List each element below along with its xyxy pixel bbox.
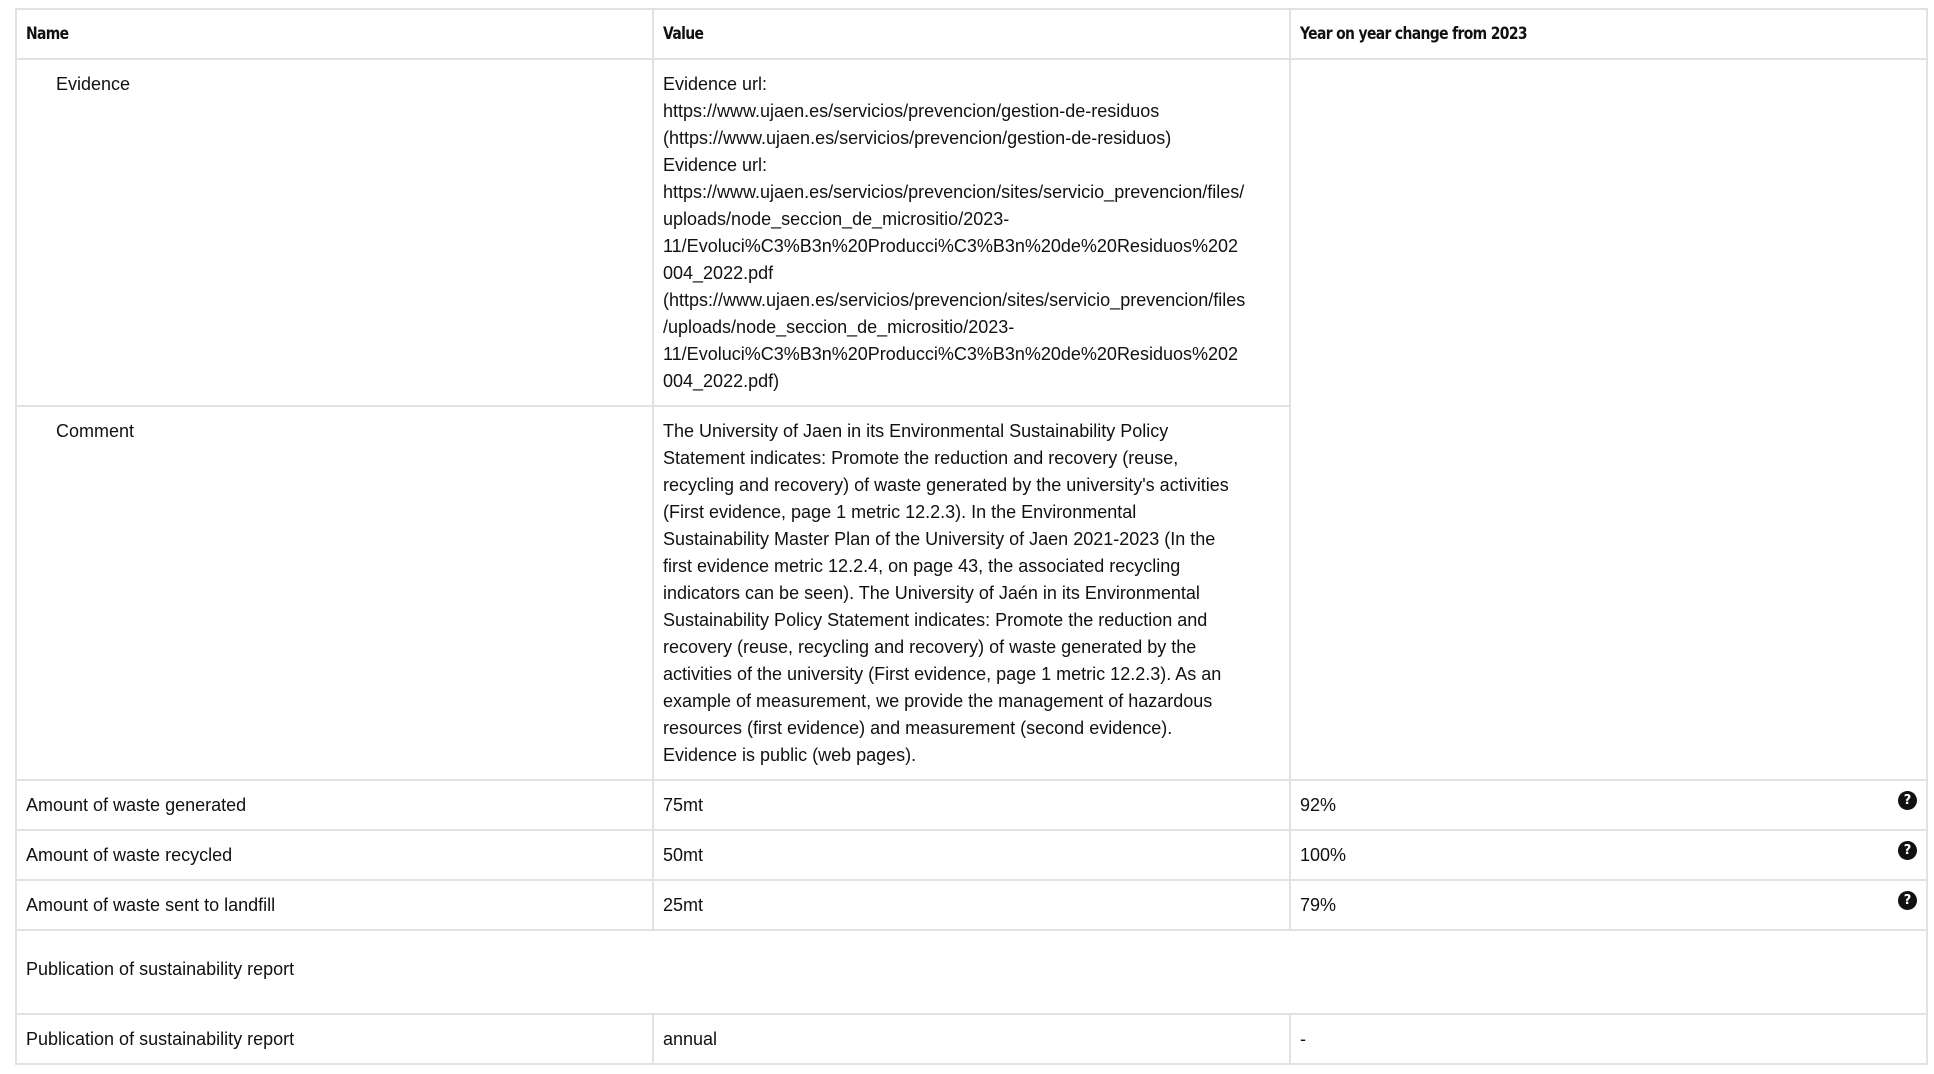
row-yoy: 92% ? [1289,779,1928,831]
evidence-link[interactable]: 004_2022.pdf) [663,368,1280,395]
help-icon[interactable]: ? [1898,891,1917,910]
comment-line: Evidence is public (web pages). [663,745,917,765]
row-yoy: - [1289,1013,1928,1065]
comment-line: Sustainability Master Plan of the Univer… [663,529,1216,549]
table-row-waste-recycled: Amount of waste recycled 50mt 100% ? [15,829,1928,881]
evidence-link[interactable]: 004_2022.pdf [663,260,1280,287]
help-icon[interactable]: ? [1898,841,1917,860]
evidence-link[interactable]: uploads/node_seccion_de_micrositio/2023- [663,206,1280,233]
evidence-link[interactable]: https://www.ujaen.es/servicios/prevencio… [663,98,1280,125]
evidence-link[interactable]: (https://www.ujaen.es/servicios/prevenci… [663,125,1280,152]
comment-line: recycling and recovery) of waste generat… [663,475,1229,495]
evidence-line: Evidence url: [663,155,768,175]
table-row-waste-landfill: Amount of waste sent to landfill 25mt 79… [15,879,1928,931]
evidence-line: Evidence url: [663,74,768,94]
yoy-value: 100% [1300,845,1347,865]
yoy-value: 79% [1300,895,1337,915]
comment-line: indicators can be seen). The University … [663,583,1200,603]
report-container: Name Value Year on year change from 2023… [15,8,1928,1065]
comment-value: The University of Jaen in its Environmen… [652,405,1291,781]
evidence-link[interactable]: (https://www.ujaen.es/servicios/prevenci… [663,287,1280,314]
evidence-value: Evidence url: https://www.ujaen.es/servi… [652,58,1291,407]
row-value: 50mt [652,829,1291,881]
comment-line: (First evidence, page 1 metric 12.2.3). … [663,502,1137,522]
row-value: 75mt [652,779,1291,831]
section-heading-row: Publication of sustainability report [15,929,1928,1015]
row-yoy: 100% ? [1289,829,1928,881]
row-value: 25mt [652,879,1291,931]
comment-line: example of measurement, we provide the m… [663,691,1213,711]
comment-line: activities of the university (First evid… [663,664,1222,684]
header-yoy: Year on year change from 2023 [1289,8,1928,60]
evidence-link[interactable]: /uploads/node_seccion_de_micrositio/2023… [663,314,1280,341]
comment-line: The University of Jaen in its Environmen… [663,421,1169,441]
evidence-link[interactable]: https://www.ujaen.es/servicios/prevencio… [663,179,1280,206]
header-value: Value [652,8,1291,60]
section-title: Publication of sustainability report [15,929,1928,1015]
comment-line: resources (first evidence) and measureme… [663,718,1173,738]
yoy-value: 92% [1300,795,1337,815]
sustainability-table: Name Value Year on year change from 2023… [15,8,1928,1065]
row-name: Amount of waste recycled [15,829,654,881]
evidence-link[interactable]: 11/Evoluci%C3%B3n%20Producci%C3%B3n%20de… [663,233,1280,260]
evidence-link[interactable]: 11/Evoluci%C3%B3n%20Producci%C3%B3n%20de… [663,341,1280,368]
comment-line: recovery (reuse, recycling and recovery)… [663,637,1197,657]
comment-line: Sustainability Policy Statement indicate… [663,610,1208,630]
table-header-row: Name Value Year on year change from 2023 [15,8,1928,60]
comment-line: Statement indicates: Promote the reducti… [663,448,1179,468]
row-name: Amount of waste generated [15,779,654,831]
yoy-empty-cell [1289,58,1928,781]
header-name: Name [15,8,654,60]
table-row-publication: Publication of sustainability report ann… [15,1013,1928,1065]
row-name: Publication of sustainability report [15,1013,654,1065]
row-value: annual [652,1013,1291,1065]
comment-line: first evidence metric 12.2.4, on page 43… [663,556,1181,576]
comment-label: Comment [15,405,654,781]
table-row-evidence: Evidence Evidence url: https://www.ujaen… [15,58,1928,781]
help-icon[interactable]: ? [1898,791,1917,810]
row-name: Amount of waste sent to landfill [15,879,654,931]
row-yoy: 79% ? [1289,879,1928,931]
table-row-waste-generated: Amount of waste generated 75mt 92% ? [15,779,1928,831]
evidence-label: Evidence [15,58,654,407]
